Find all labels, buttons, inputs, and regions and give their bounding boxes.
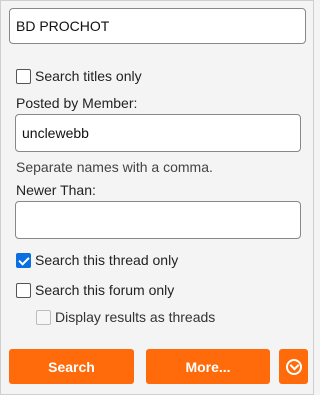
search-forum-only-checkbox[interactable] [16, 282, 31, 298]
newer-than-label: Newer Than: [16, 182, 96, 198]
search-thread-only-option[interactable]: Search this thread only [16, 251, 178, 269]
more-button[interactable]: More... [146, 349, 270, 384]
search-titles-only-checkbox[interactable] [16, 68, 31, 84]
search-forum-only-option[interactable]: Search this forum only [16, 281, 174, 299]
chevron-down-circle-icon [285, 358, 302, 375]
posted-by-member-input[interactable]: unclewebb [15, 114, 301, 152]
search-thread-only-label: Search this thread only [35, 252, 179, 268]
search-titles-only-option[interactable]: Search titles only [16, 67, 142, 85]
posted-by-label: Posted by Member: [16, 95, 138, 111]
search-panel: BD PROCHOT Search titles only Posted by … [0, 0, 314, 395]
search-forum-only-label: Search this forum only [35, 282, 175, 298]
posted-by-hint: Separate names with a comma. [16, 159, 213, 175]
display-as-threads-checkbox [36, 309, 51, 325]
search-button[interactable]: Search [9, 349, 134, 384]
options-toggle-button[interactable] [279, 349, 308, 384]
search-query-input[interactable]: BD PROCHOT [9, 8, 306, 44]
display-as-threads-option: Display results as threads [36, 308, 215, 326]
search-titles-only-label: Search titles only [35, 68, 142, 84]
newer-than-input[interactable] [15, 201, 301, 239]
search-thread-only-checkbox[interactable] [16, 252, 31, 268]
display-as-threads-label: Display results as threads [55, 309, 216, 325]
